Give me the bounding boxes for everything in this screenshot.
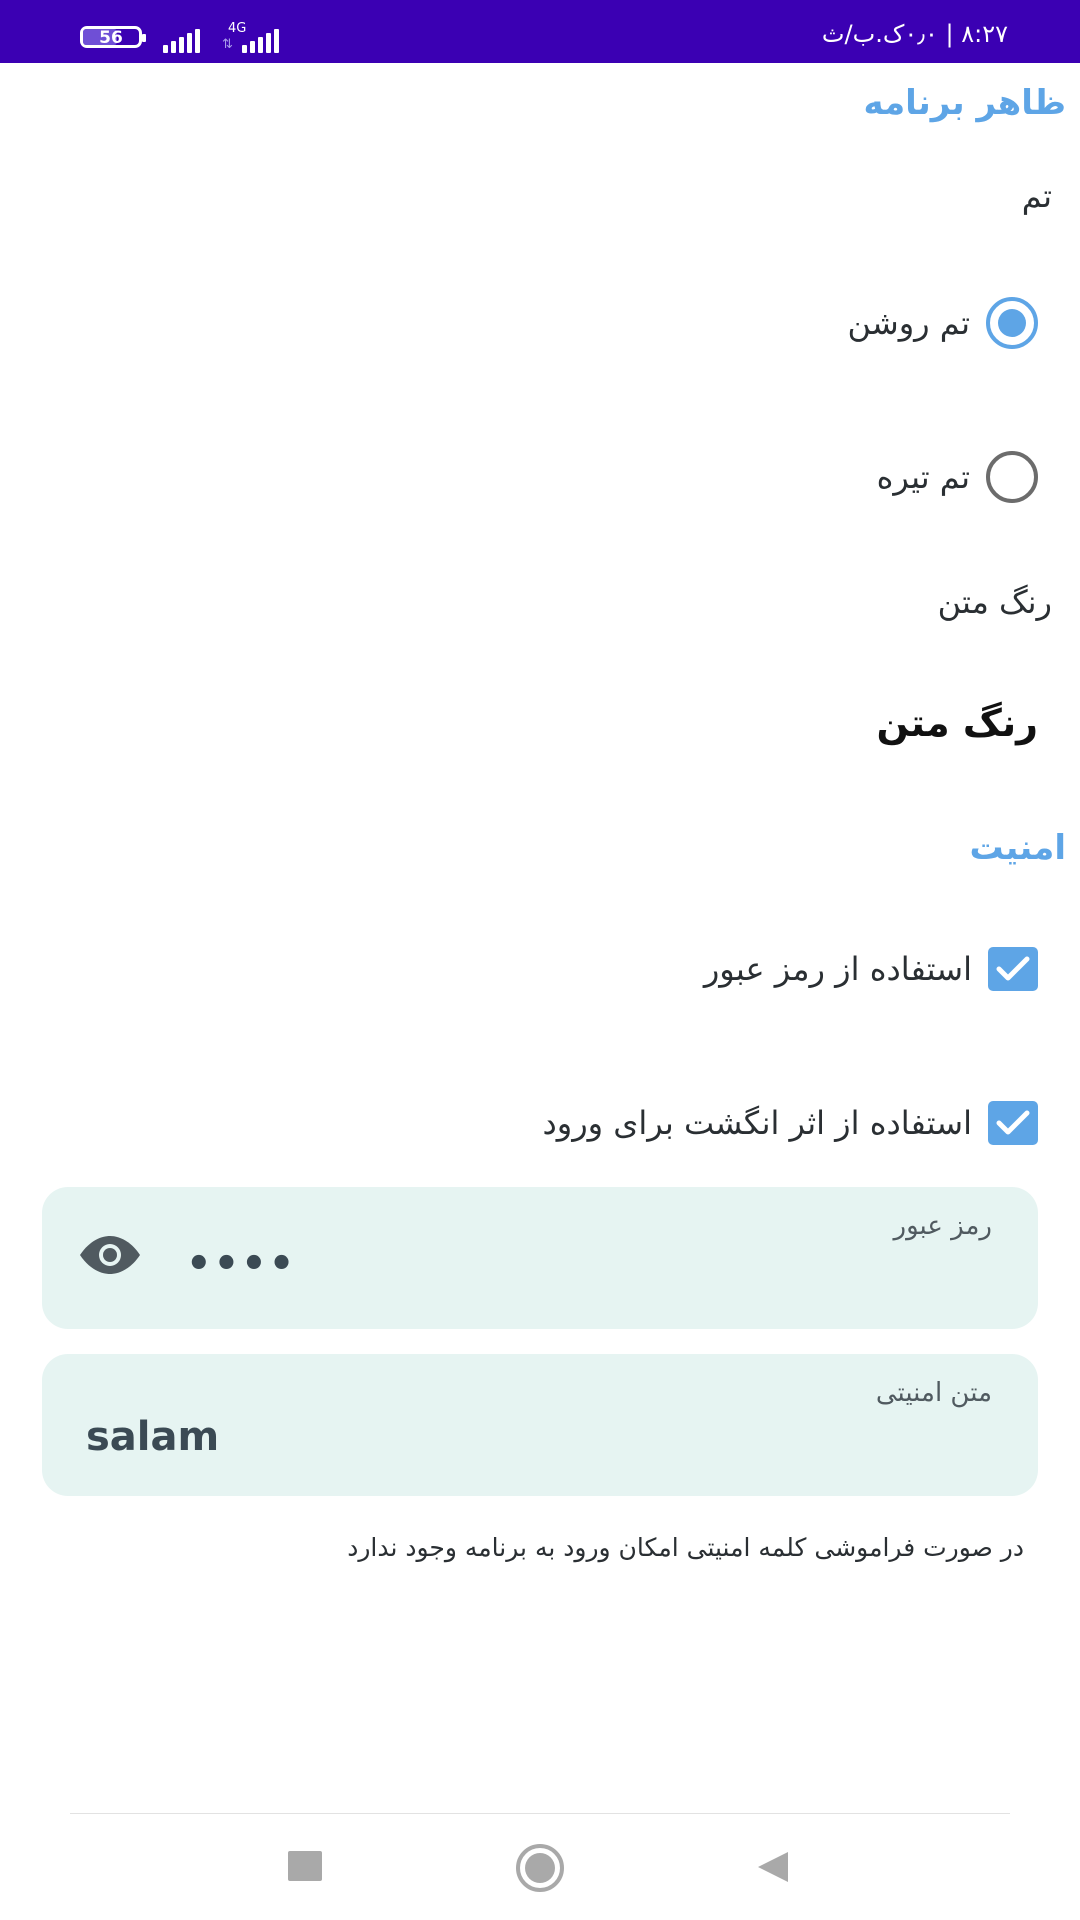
theme-label: تم (1021, 177, 1052, 215)
theme-option-dark[interactable]: تم تیره (877, 449, 1038, 505)
theme-option-light[interactable]: تم روشن (848, 295, 1038, 351)
check-icon (996, 1110, 1030, 1135)
security-text-field[interactable]: متن امنیتی salam (42, 1354, 1038, 1496)
use-password-label: استفاده از رمز عبور (703, 950, 972, 988)
radio-button-light[interactable] (986, 297, 1038, 349)
theme-option-dark-label: تم تیره (876, 458, 970, 496)
circle-icon[interactable] (515, 1843, 565, 1893)
radio-button-dark[interactable] (986, 451, 1038, 503)
use-fingerprint-label: استفاده از اثر انگشت برای ورود (542, 1104, 972, 1142)
battery-icon: 56 (80, 26, 146, 48)
nav-divider (70, 1813, 1010, 1814)
password-input[interactable]: •••• (186, 1241, 296, 1287)
theme-option-light-label: تم روشن (847, 304, 970, 342)
use-fingerprint-option[interactable]: استفاده از اثر انگشت برای ورود (542, 1095, 1038, 1151)
security-text-input[interactable]: salam (86, 1414, 219, 1460)
security-text-field-label: متن امنیتی (875, 1378, 992, 1408)
status-time: ۸:۲۷ | ۰٫۰ک.ب/ث (821, 20, 1008, 48)
use-password-option[interactable]: استفاده از رمز عبور (704, 941, 1038, 997)
use-fingerprint-checkbox[interactable] (988, 1101, 1038, 1145)
data-activity-icon: ⇅ (222, 37, 233, 52)
signal-strength-icon (163, 27, 200, 53)
use-password-checkbox[interactable] (988, 947, 1038, 991)
text-color-label: رنگ متن (937, 583, 1052, 621)
password-field-label: رمز عبور (893, 1211, 992, 1241)
appearance-section-title: ظاهر برنامه (863, 83, 1066, 123)
signal-strength-icon-2 (242, 27, 279, 53)
security-warning-note: در صورت فراموشی کلمه امنیتی امکان ورود ب… (347, 1533, 1024, 1562)
battery-percentage: 56 (99, 28, 123, 48)
check-icon (996, 956, 1030, 981)
status-bar: 56 4G ⇅ ۸:۲۷ | ۰٫۰ک.ب/ث (0, 0, 1080, 63)
text-color-preference[interactable]: رنگ متن (876, 701, 1038, 745)
password-field[interactable]: رمز عبور •••• (42, 1187, 1038, 1329)
eye-icon[interactable] (78, 1235, 142, 1279)
security-section-title: امنیت (969, 828, 1066, 868)
triangle-back-icon[interactable] (756, 1850, 790, 1888)
square-icon[interactable] (288, 1851, 322, 1881)
